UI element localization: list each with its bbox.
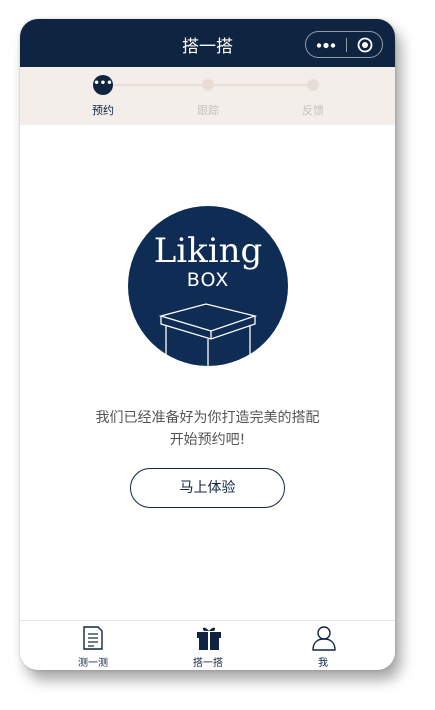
logo-text-box: BOX	[187, 269, 229, 291]
tab-label-me: 我	[318, 658, 328, 669]
step-dot	[202, 79, 214, 91]
tab-label-test: 测一测	[78, 658, 108, 669]
step-dot	[307, 79, 319, 91]
more-dots-icon[interactable]	[316, 32, 336, 59]
logo-text-liking: Liking	[154, 231, 263, 271]
gift-icon	[197, 627, 221, 650]
tab-test[interactable]: 测一测	[53, 621, 133, 670]
phone-frame: 搭一搭 ••• 预约 跟踪 反馈 Liking BOX 我们已经准备好为你打造完…	[20, 19, 395, 670]
tab-label-match: 搭一搭	[193, 658, 223, 669]
tab-match[interactable]: 搭一搭	[168, 621, 248, 670]
document-icon	[83, 626, 103, 650]
step-connector	[214, 84, 312, 86]
intro-message-line2: 开始预约吧!	[169, 432, 246, 448]
menu-capsule	[305, 31, 383, 58]
progress-steps: ••• 预约 跟踪 反馈	[20, 67, 395, 125]
title-bar: 搭一搭	[20, 19, 395, 67]
target-close-icon[interactable]	[357, 37, 373, 53]
try-now-button[interactable]: 马上体验	[130, 468, 285, 508]
step-label-reserve[interactable]: 预约	[73, 102, 133, 118]
tab-me[interactable]: 我	[283, 621, 363, 670]
liking-box-logo: Liking BOX	[128, 206, 288, 366]
intro-message-line1: 我们已经准备好为你打造完美的搭配	[95, 410, 320, 426]
capsule-divider	[346, 38, 347, 52]
person-icon	[312, 626, 336, 651]
step-label-feedback[interactable]: 反馈	[283, 102, 343, 118]
step-connector	[112, 84, 208, 86]
bottom-tab-bar: 测一测 搭一搭 我	[20, 620, 395, 670]
step-label-track[interactable]: 跟踪	[178, 102, 238, 118]
step-dot-active: •••	[93, 75, 113, 95]
